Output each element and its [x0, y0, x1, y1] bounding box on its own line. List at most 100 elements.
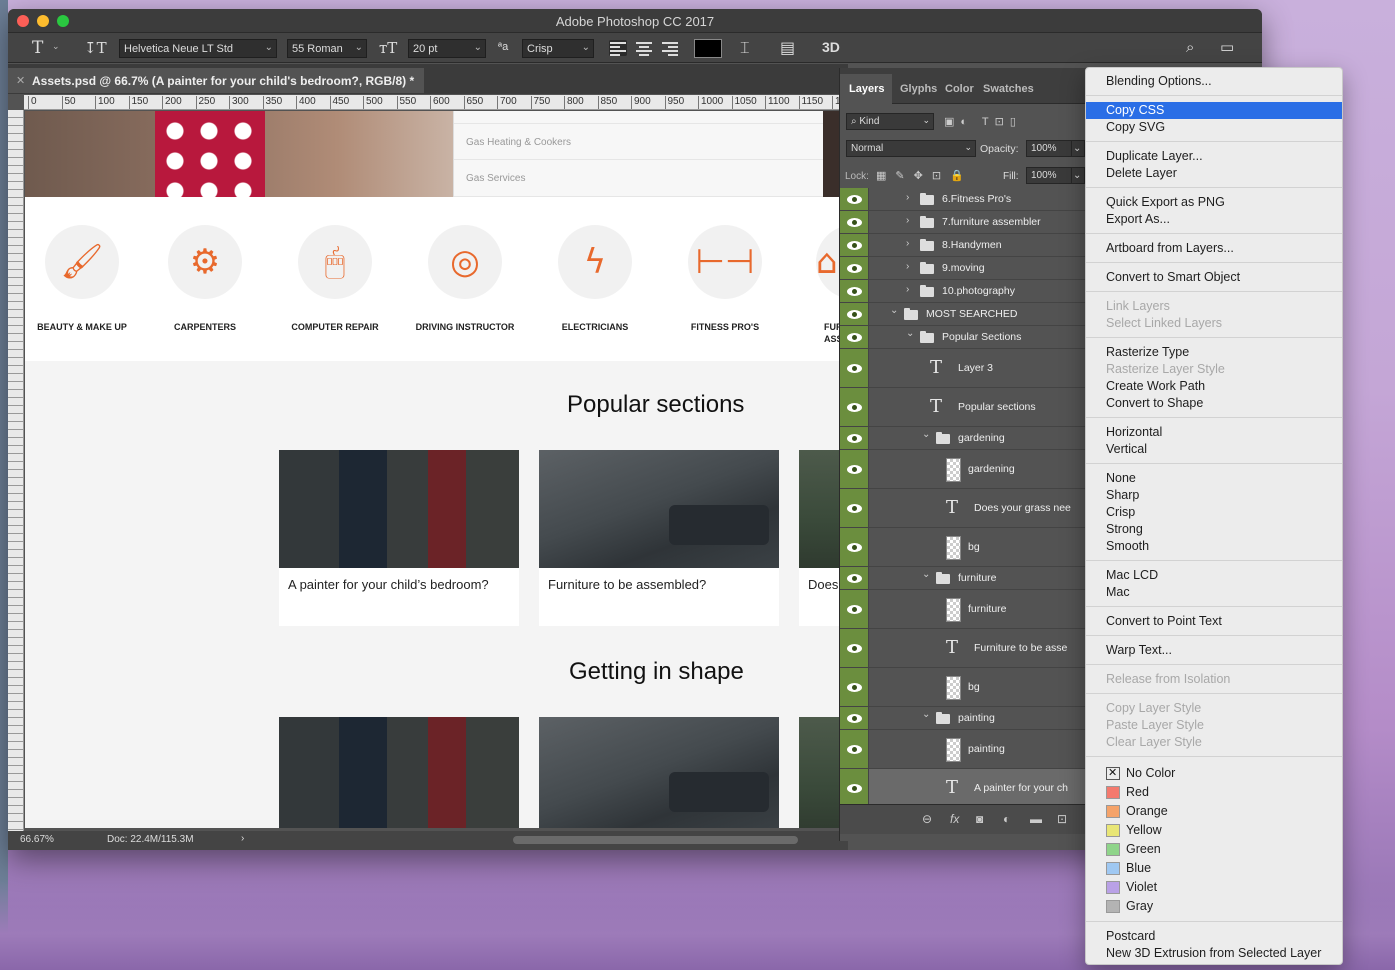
layer-row[interactable]: › 10.photography [840, 280, 1092, 303]
visibility-eye-icon[interactable] [840, 668, 869, 706]
menu-item-strong[interactable]: Strong [1086, 521, 1342, 538]
visibility-eye-icon[interactable] [840, 629, 869, 667]
menu-item-mac-lcd[interactable]: Mac LCD [1086, 567, 1342, 584]
visibility-eye-icon[interactable] [840, 188, 869, 210]
filter-kind-dropdown[interactable]: ⌕ Kind ⌄ [846, 113, 934, 130]
layer-row[interactable]: T Popular sections [840, 388, 1092, 427]
lock-icons[interactable]: ▦✎✥⊡🔒 [876, 169, 986, 182]
mask-icon[interactable]: ◙ [976, 812, 983, 826]
align-right-button[interactable] [661, 40, 679, 56]
visibility-eye-icon[interactable] [840, 707, 869, 729]
menu-item-blending-options[interactable]: Blending Options... [1086, 73, 1342, 90]
layer-row[interactable]: furniture [840, 590, 1092, 629]
vertical-ruler[interactable] [8, 110, 24, 831]
title-bar[interactable]: Adobe Photoshop CC 2017 [8, 9, 1262, 33]
menu-item-color-red[interactable]: Red [1086, 784, 1342, 803]
tab-layers[interactable]: Layers [849, 83, 884, 95]
chevron-right-icon[interactable]: › [906, 284, 909, 295]
layer-row[interactable]: › 8.Handymen [840, 234, 1092, 257]
menu-item-delete-layer[interactable]: Delete Layer [1086, 165, 1342, 182]
menu-item-new-3d-extrusion-from-selected-layer[interactable]: New 3D Extrusion from Selected Layer [1086, 945, 1342, 962]
layer-row[interactable]: ⌄ painting [840, 707, 1092, 730]
menu-item-export-as[interactable]: Export As... [1086, 211, 1342, 228]
layer-row[interactable]: › 7.furniture assembler [840, 211, 1092, 234]
visibility-eye-icon[interactable] [840, 450, 869, 488]
visibility-eye-icon[interactable] [840, 303, 869, 325]
menu-item-color-violet[interactable]: Violet [1086, 879, 1342, 898]
3d-mode-button[interactable]: 3D [822, 39, 840, 55]
text-color-swatch[interactable] [694, 39, 722, 58]
layer-row[interactable]: T Does your grass nee [840, 489, 1092, 528]
chevron-right-icon[interactable]: › [906, 238, 909, 249]
search-icon[interactable]: ⌕ [1186, 38, 1194, 56]
chevron-right-icon[interactable]: › [906, 261, 909, 272]
visibility-eye-icon[interactable] [840, 280, 869, 302]
layer-row[interactable]: ⌄ MOST SEARCHED [840, 303, 1092, 326]
menu-item-postcard[interactable]: Postcard [1086, 928, 1342, 945]
menu-item-mac[interactable]: Mac [1086, 584, 1342, 601]
menu-item-horizontal[interactable]: Horizontal [1086, 424, 1342, 441]
menu-item-color-no-color[interactable]: No Color [1086, 765, 1342, 784]
workspace-icon[interactable]: ▭ [1220, 38, 1234, 56]
opacity-input[interactable]: 100% [1026, 140, 1072, 157]
menu-item-copy-svg[interactable]: Copy SVG [1086, 119, 1342, 136]
type-tool-icon[interactable]: T [32, 38, 43, 58]
menu-item-convert-to-smart-object[interactable]: Convert to Smart Object [1086, 269, 1342, 286]
layer-row[interactable]: gardening [840, 450, 1092, 489]
menu-item-convert-to-shape[interactable]: Convert to Shape [1086, 395, 1342, 412]
visibility-eye-icon[interactable] [840, 349, 869, 387]
folder-icon[interactable]: ▬ [1030, 812, 1042, 826]
fx-icon[interactable]: fx [950, 812, 959, 826]
warp-text-icon[interactable]: ⌶ [740, 38, 750, 58]
layer-row[interactable]: › 6.Fitness Pro's [840, 188, 1092, 211]
layer-row[interactable]: bg [840, 668, 1092, 707]
visibility-eye-icon[interactable] [840, 427, 869, 449]
visibility-eye-icon[interactable] [840, 234, 869, 256]
visibility-eye-icon[interactable] [840, 528, 869, 566]
fill-input[interactable]: 100% [1026, 167, 1072, 184]
visibility-eye-icon[interactable] [840, 489, 869, 527]
menu-item-color-orange[interactable]: Orange [1086, 803, 1342, 822]
chevron-down-icon[interactable]: ⌄ [890, 305, 898, 316]
chevron-down-icon[interactable]: ⌄ [922, 429, 930, 440]
character-panel-icon[interactable]: ▤ [780, 38, 795, 57]
menu-item-color-gray[interactable]: Gray [1086, 898, 1342, 917]
text-orientation-icon[interactable]: ↧T [84, 39, 107, 57]
status-menu-arrow[interactable]: › [241, 833, 244, 844]
menu-item-artboard-from-layers[interactable]: Artboard from Layers... [1086, 240, 1342, 257]
layer-row[interactable]: painting [840, 730, 1092, 769]
font-family-dropdown[interactable]: Helvetica Neue LT Std ⌄ [119, 39, 277, 58]
visibility-eye-icon[interactable] [840, 388, 869, 426]
menu-item-copy-css[interactable]: Copy CSS [1086, 102, 1342, 119]
close-tab-icon[interactable]: ✕ [16, 74, 25, 87]
visibility-eye-icon[interactable] [840, 567, 869, 589]
horizontal-scrollbar[interactable] [513, 836, 798, 844]
layer-row[interactable]: ⌄ furniture [840, 567, 1092, 590]
adjustment-icon[interactable]: ◐ [1003, 812, 1010, 826]
chevron-right-icon[interactable]: › [906, 192, 909, 203]
antialias-dropdown[interactable]: Crisp ⌄ [522, 39, 594, 58]
visibility-eye-icon[interactable] [840, 257, 869, 279]
visibility-eye-icon[interactable] [840, 590, 869, 628]
blend-mode-dropdown[interactable]: Normal ⌄ [846, 140, 976, 157]
menu-item-rasterize-type[interactable]: Rasterize Type [1086, 344, 1342, 361]
layer-row[interactable]: T A painter for your ch [840, 769, 1092, 808]
align-center-button[interactable] [635, 40, 653, 56]
link-icon[interactable]: ⊖ [922, 812, 932, 826]
layer-row[interactable]: T Furniture to be asse [840, 629, 1092, 668]
menu-item-duplicate-layer[interactable]: Duplicate Layer... [1086, 148, 1342, 165]
visibility-eye-icon[interactable] [840, 326, 869, 348]
visibility-eye-icon[interactable] [840, 730, 869, 768]
menu-item-crisp[interactable]: Crisp [1086, 504, 1342, 521]
tool-preset-chevron-icon[interactable]: ⌄ [52, 42, 60, 52]
chevron-right-icon[interactable]: › [906, 215, 909, 226]
visibility-eye-icon[interactable] [840, 211, 869, 233]
menu-item-smooth[interactable]: Smooth [1086, 538, 1342, 555]
layer-row[interactable]: ⌄ Popular Sections [840, 326, 1092, 349]
menu-item-vertical[interactable]: Vertical [1086, 441, 1342, 458]
layer-row[interactable]: ⌄ gardening [840, 427, 1092, 450]
layer-row[interactable]: T Layer 3 [840, 349, 1092, 388]
tab-swatches[interactable]: Swatches [983, 83, 1034, 95]
align-left-button[interactable] [609, 40, 627, 56]
fill-dropdown[interactable]: ⌄ [1071, 167, 1085, 184]
